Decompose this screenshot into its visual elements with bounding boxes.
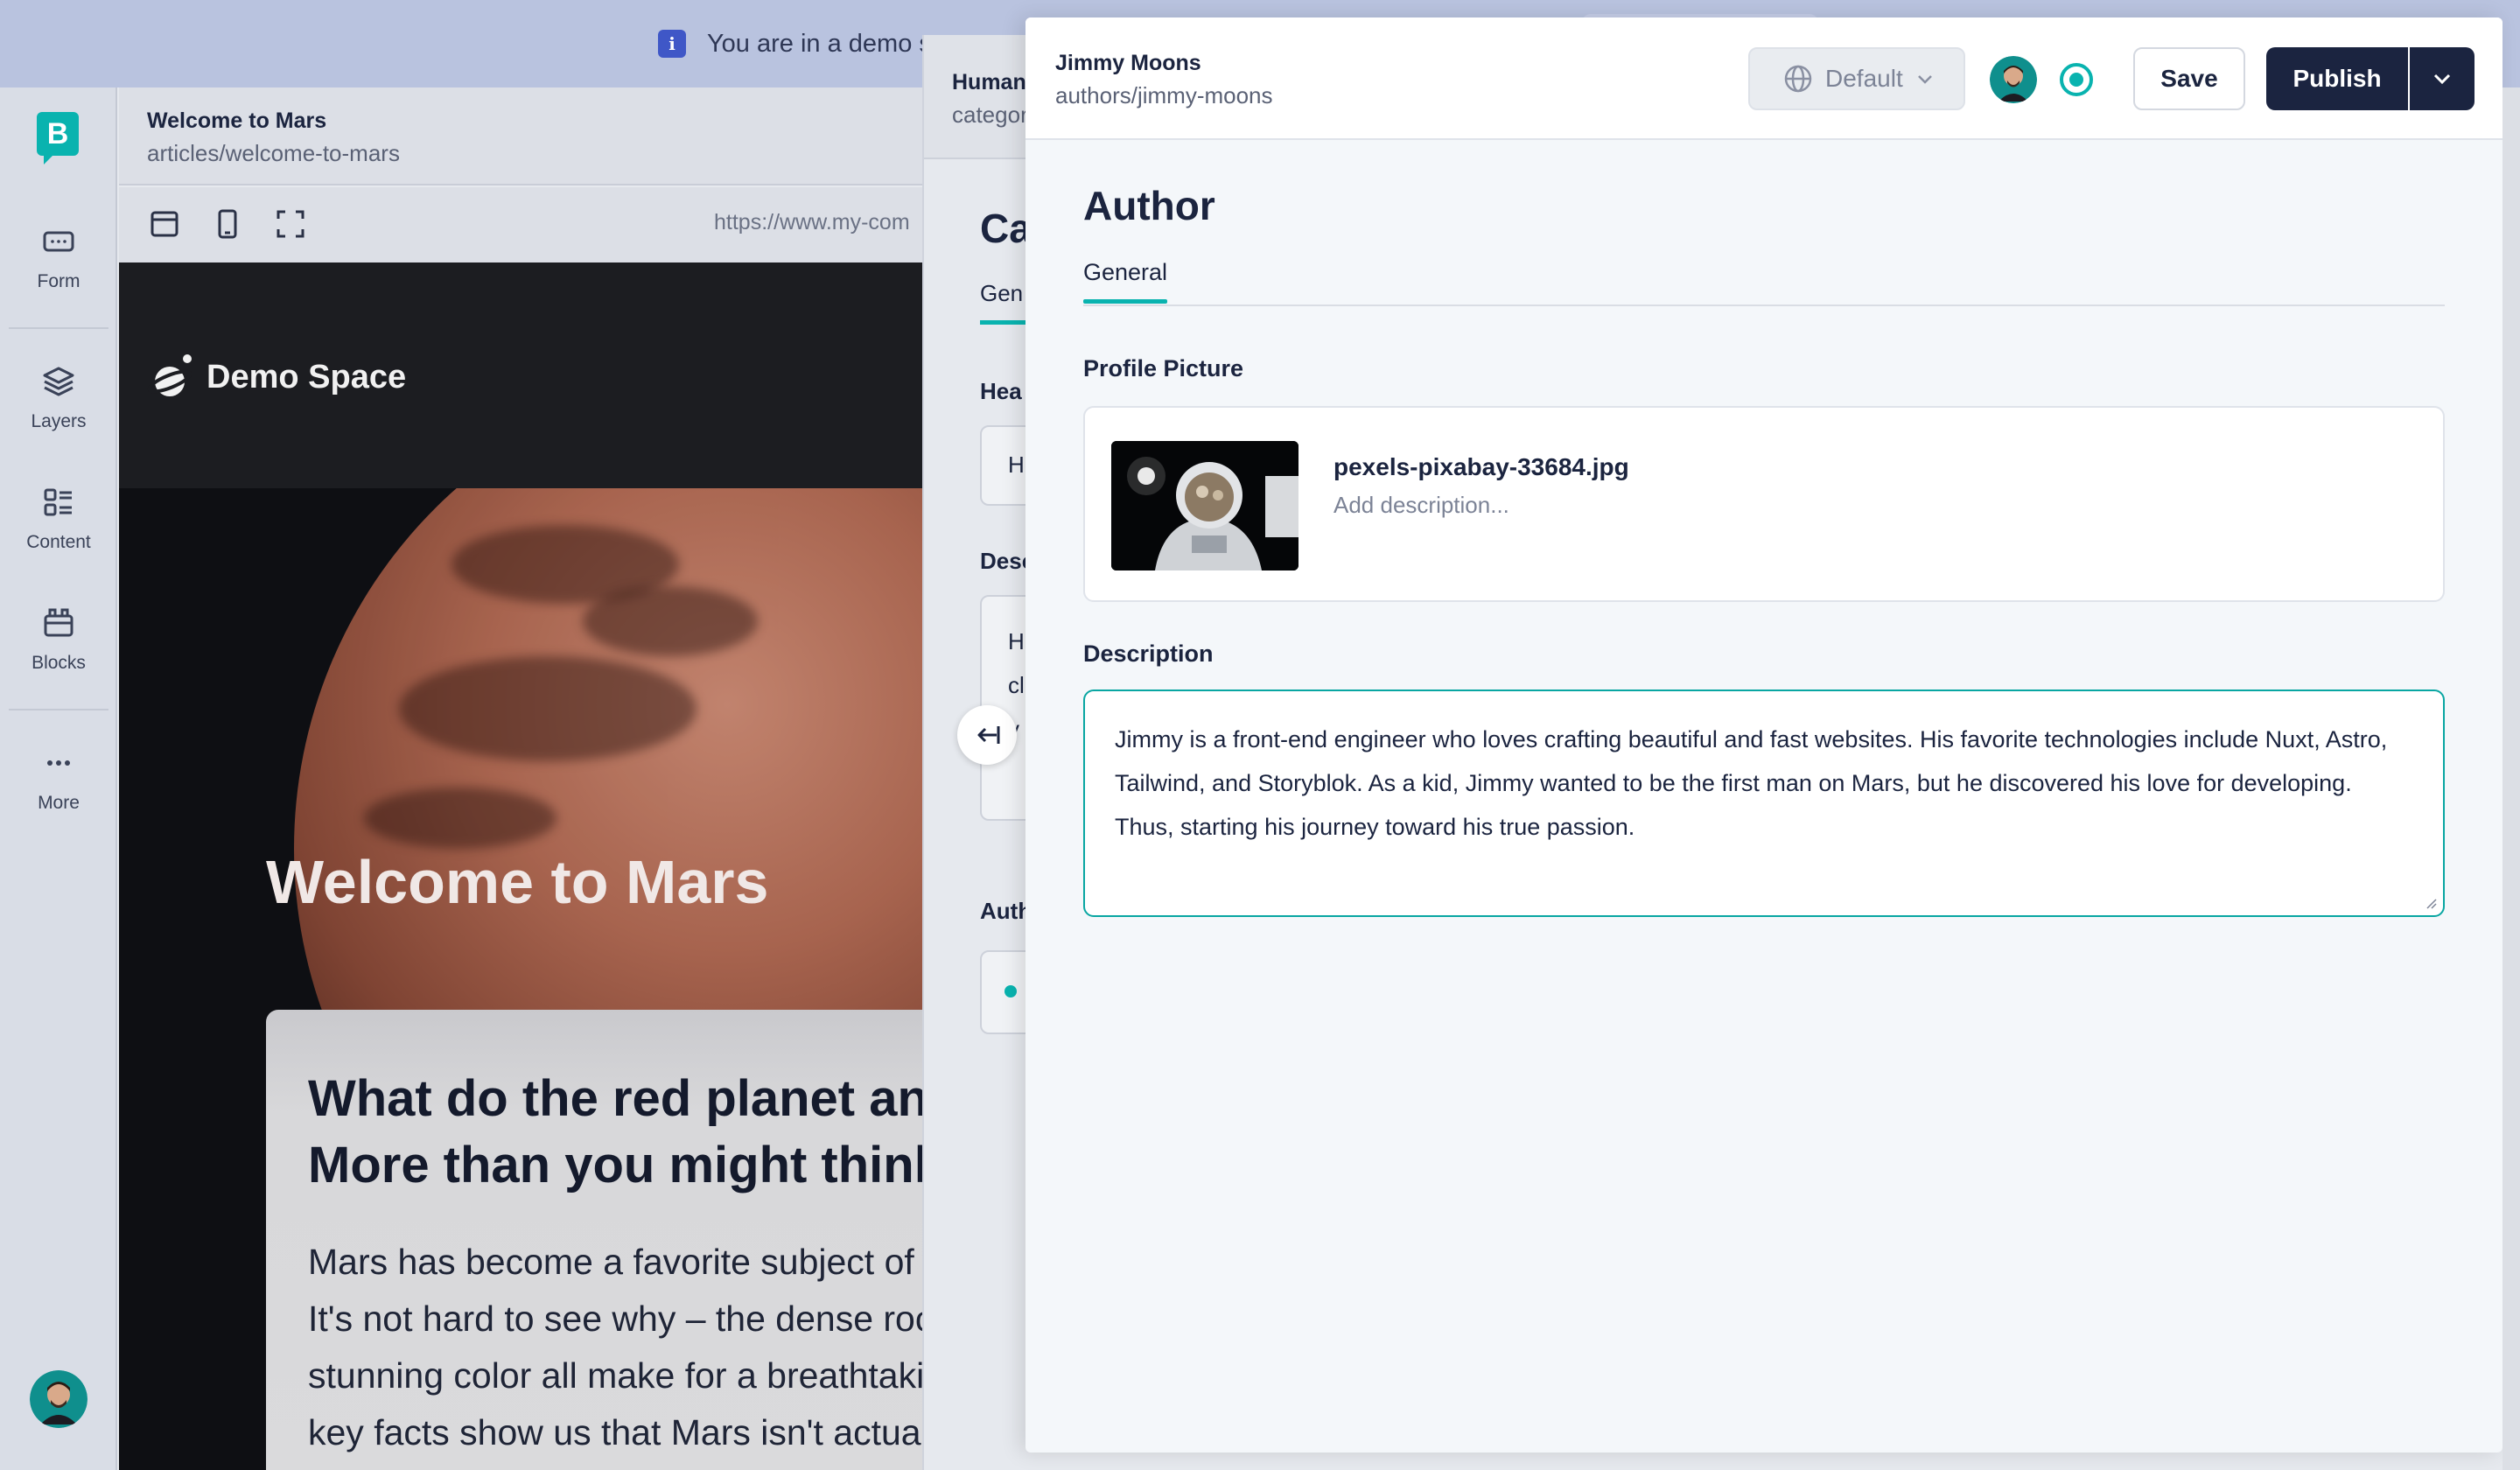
author-story-panel: Jimmy Moons authors/jimmy-moons Default … [1026, 18, 2502, 1452]
globe-icon [1784, 65, 1812, 93]
layers-icon [43, 367, 74, 396]
language-select[interactable]: Default [1748, 47, 1965, 110]
collaborator-avatar[interactable] [1990, 56, 2037, 103]
rail-item-content[interactable]: Content [0, 485, 117, 553]
rail-item-form[interactable]: Form [0, 224, 117, 292]
author-status-dot [1004, 985, 1017, 998]
parent-author-label: Auth [980, 898, 1032, 924]
story-title: Welcome to Mars [147, 108, 327, 133]
profile-picture-label: Profile Picture [1083, 355, 1244, 382]
chevron-down-icon [1917, 75, 1932, 84]
preview-toolbar: https://www.my-com [119, 187, 994, 262]
parent-description-line: H [1008, 628, 1025, 654]
demo-banner-text: You are in a demo s [707, 29, 932, 58]
storyblok-logo-icon[interactable]: B [37, 112, 79, 164]
visual-preview: Demo Space Welcome to Mars What do the r… [119, 262, 994, 1470]
parent-story-slug: categor [952, 102, 1028, 128]
parent-story-title: Human [952, 70, 1026, 94]
background-editor-edge [2502, 88, 2520, 1470]
collapse-panel-button[interactable] [957, 705, 1017, 765]
card-body-line: It's not hard to see why – the dense roc… [308, 1298, 942, 1339]
rail-item-label: Content [26, 532, 91, 552]
author-story-slug: authors/jimmy-moons [1055, 82, 1273, 108]
parent-headline-label: Hea [980, 378, 1022, 404]
tab-general[interactable]: General [1083, 259, 1167, 286]
desktop-view-icon[interactable] [147, 206, 182, 242]
profile-picture-field[interactable]: pexels-pixabay-33684.jpg Add description… [1083, 406, 2445, 602]
parent-description-line: cl [1008, 672, 1025, 698]
tabs-divider [1083, 304, 2445, 306]
save-button[interactable]: Save [2133, 47, 2245, 110]
parent-tab-general[interactable]: Gen [980, 280, 1023, 307]
rail-divider [9, 327, 108, 329]
planet-logo-icon [147, 354, 192, 396]
description-textarea[interactable]: Jimmy is a front-end engineer who loves … [1083, 690, 2445, 917]
card-body-line: stunning color all make for a breathtaki [308, 1355, 925, 1396]
language-select-value: Default [1825, 65, 1903, 92]
chevron-down-icon [2433, 74, 2451, 85]
mobile-view-icon[interactable] [210, 206, 245, 242]
rail-item-label: Blocks [32, 653, 86, 673]
publish-options-button[interactable] [2410, 47, 2474, 110]
card-heading-line: More than you might think [308, 1137, 942, 1194]
asset-description-input[interactable]: Add description... [1334, 492, 1509, 519]
rail-item-label: More [38, 793, 80, 813]
astronaut-image [1111, 441, 1298, 570]
site-brand[interactable]: Demo Space [147, 352, 406, 402]
user-avatar[interactable] [30, 1370, 88, 1428]
parent-component-title: Ca [980, 206, 1032, 251]
blocks-icon [44, 608, 74, 637]
asset-filename: pexels-pixabay-33684.jpg [1334, 453, 1629, 480]
site-brand-name: Demo Space [206, 358, 407, 396]
publish-status-icon [2060, 63, 2093, 96]
asset-thumbnail[interactable] [1111, 441, 1298, 570]
parent-headline-value: H [1008, 452, 1025, 478]
description-label: Description [1083, 640, 1214, 667]
rail-item-blocks[interactable]: Blocks [0, 606, 117, 674]
author-story-header: Jimmy Moons authors/jimmy-moons Default … [1026, 18, 2502, 140]
active-tab-indicator [1083, 299, 1167, 304]
rail-item-label: Layers [31, 411, 87, 431]
more-icon [47, 760, 70, 766]
fullscreen-icon[interactable] [273, 206, 308, 242]
resize-handle-icon[interactable] [2426, 898, 2438, 910]
content-icon [44, 488, 72, 516]
site-header: Demo Space [119, 262, 994, 488]
story-header: Welcome to Mars articles/welcome-to-mars [119, 88, 994, 186]
preview-url[interactable]: https://www.my-com [714, 210, 910, 235]
arrow-left-bar-icon [977, 726, 1000, 744]
rail-item-label: Form [37, 271, 80, 291]
card-heading-line: What do the red planet and [308, 1070, 960, 1127]
rail-item-more[interactable]: More [0, 746, 117, 814]
hero-title[interactable]: Welcome to Mars [266, 847, 768, 917]
left-rail: B Form Layers Content Blocks More [0, 88, 117, 1470]
info-icon: i [658, 30, 686, 58]
card-body-line: key facts show us that Mars isn't actual… [308, 1412, 994, 1452]
component-title: Author [1083, 183, 1215, 228]
story-slug: articles/welcome-to-mars [147, 140, 400, 166]
form-icon [43, 231, 74, 252]
description-value: Jimmy is a front-end engineer who loves … [1115, 726, 2388, 840]
rail-divider [9, 709, 108, 710]
card-body: Mars has become a favorite subject of e … [308, 1234, 994, 1461]
parent-tab-indicator [980, 320, 1032, 325]
article-card[interactable]: What do the red planet and More than you… [266, 1010, 994, 1470]
card-body-line: Mars has become a favorite subject of e [308, 1242, 944, 1282]
publish-button[interactable]: Publish [2266, 47, 2408, 110]
author-story-name: Jimmy Moons [1055, 51, 1201, 75]
card-heading: What do the red planet and More than you… [308, 1066, 959, 1199]
rail-item-layers[interactable]: Layers [0, 364, 117, 432]
